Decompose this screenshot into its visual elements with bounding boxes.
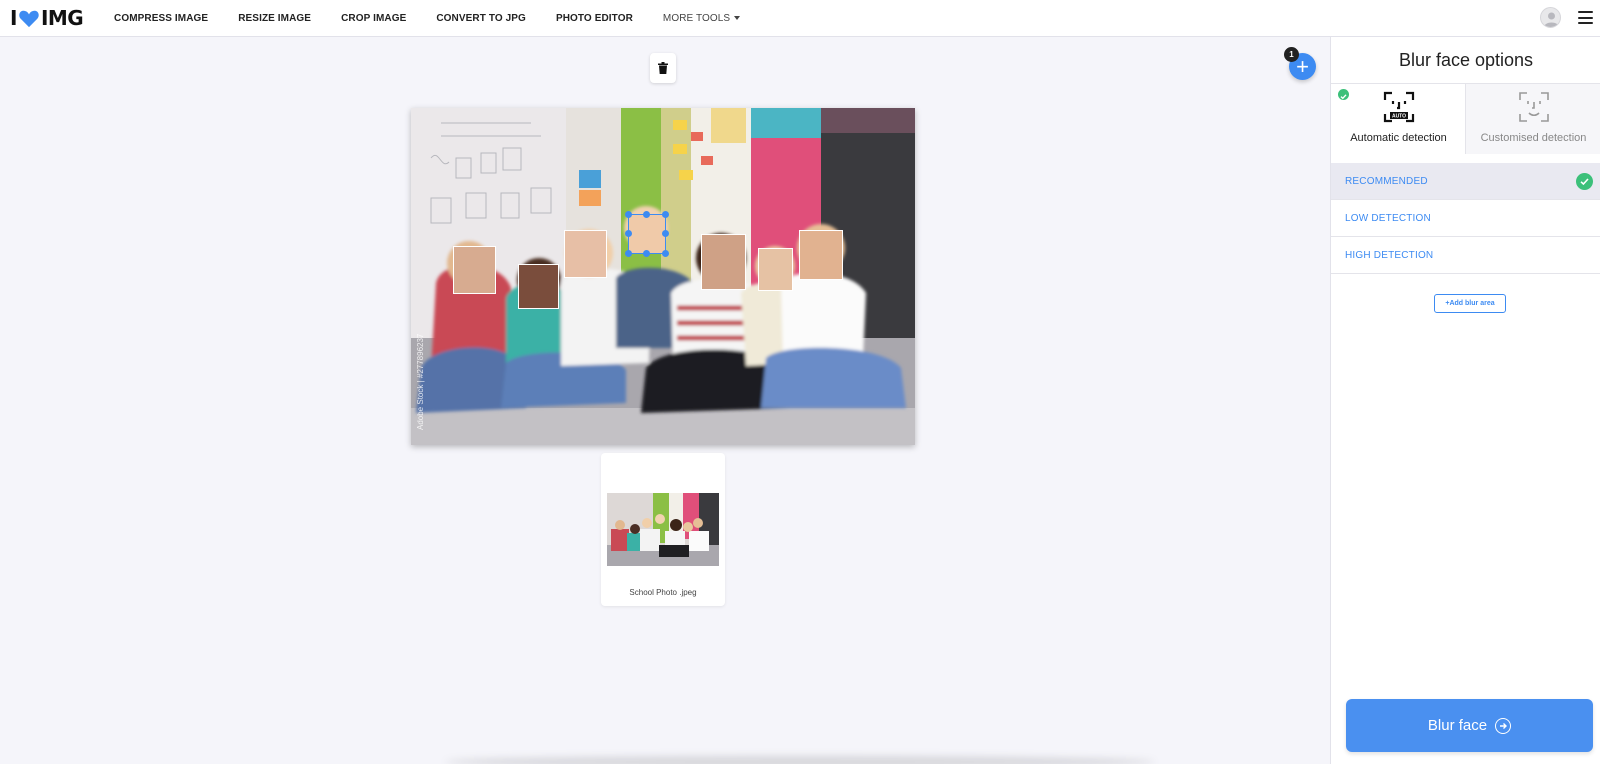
- file-thumbnail-card[interactable]: School Photo .jpeg: [601, 453, 725, 606]
- option-recommended-label: RECOMMENDED: [1345, 175, 1428, 187]
- blur-face-label: Blur face: [1427, 717, 1488, 734]
- nav-more-tools-label: MORE TOOLS: [662, 13, 731, 24]
- nav-more-tools[interactable]: MORE TOOLS: [662, 13, 741, 24]
- resize-handle-top-left[interactable]: [625, 211, 632, 218]
- file-count-badge: 1: [1284, 47, 1299, 62]
- watermark-text: Adobe Stock | #277896237: [416, 333, 425, 430]
- trash-icon: [658, 62, 668, 74]
- blur-box-face-6[interactable]: [758, 248, 793, 291]
- user-silhouette-icon: [1544, 12, 1559, 27]
- main-nav: COMPRESS IMAGE RESIZE IMAGE CROP IMAGE C…: [114, 0, 770, 37]
- option-low-detection-label: LOW DETECTION: [1345, 212, 1431, 224]
- automatic-detection-label: Automatic detection: [1350, 132, 1447, 144]
- resize-handle-top-right[interactable]: [662, 211, 669, 218]
- delete-button[interactable]: [650, 53, 676, 83]
- logo-letter-i: I: [10, 6, 17, 30]
- blur-box-face-1[interactable]: [453, 246, 496, 294]
- blur-options-sidebar: Blur face options AUTO Automatic detecti…: [1330, 37, 1600, 764]
- blur-box-face-2[interactable]: [518, 264, 559, 309]
- nav-convert-to-jpg[interactable]: CONVERT TO JPG: [436, 13, 526, 24]
- caret-down-icon: [734, 16, 741, 21]
- file-name-label: School Photo .jpeg: [629, 588, 697, 597]
- resize-handle-bottom[interactable]: [643, 250, 650, 257]
- detection-mode-tabs: AUTO Automatic detection Customised dete…: [1331, 83, 1600, 154]
- nav-photo-editor[interactable]: PHOTO EDITOR: [556, 13, 633, 24]
- resize-handle-left[interactable]: [625, 230, 632, 237]
- classroom-thumbnail-image: [607, 493, 719, 566]
- resize-handle-top[interactable]: [643, 211, 650, 218]
- custom-face-detection-icon: [1519, 92, 1549, 122]
- tab-customised-detection[interactable]: Customised detection: [1466, 84, 1600, 154]
- resize-handle-bottom-left[interactable]: [625, 250, 632, 257]
- auto-icon-text: AUTO: [1392, 114, 1406, 120]
- arrow-right-circle-icon: [1495, 717, 1512, 734]
- option-high-detection[interactable]: HIGH DETECTION: [1331, 237, 1600, 274]
- add-blur-area-button[interactable]: +Add blur area: [1434, 294, 1506, 313]
- user-avatar-icon[interactable]: [1540, 7, 1561, 28]
- heart-icon: [19, 10, 39, 28]
- blur-box-face-4[interactable]: [628, 214, 666, 254]
- customised-detection-label: Customised detection: [1480, 132, 1587, 144]
- main-photo: Adobe Stock | #277896237: [411, 108, 915, 445]
- option-low-detection[interactable]: LOW DETECTION: [1331, 200, 1600, 237]
- blur-box-face-7[interactable]: [799, 230, 843, 280]
- option-high-detection-label: HIGH DETECTION: [1345, 249, 1434, 261]
- thumbnail-image: [607, 493, 719, 566]
- check-circle-icon: [1576, 173, 1593, 190]
- bottom-toolbar-shadow: [445, 756, 1155, 764]
- tab-automatic-detection[interactable]: AUTO Automatic detection: [1331, 84, 1466, 154]
- nav-compress-image[interactable]: COMPRESS IMAGE: [114, 13, 208, 24]
- top-navbar: I IMG COMPRESS IMAGE RESIZE IMAGE CROP I…: [0, 0, 1600, 37]
- resize-handle-bottom-right[interactable]: [662, 250, 669, 257]
- selected-check-icon: [1338, 89, 1349, 100]
- auto-face-detection-icon: AUTO: [1383, 91, 1415, 123]
- blur-face-button[interactable]: Blur face: [1346, 699, 1593, 752]
- resize-handle-right[interactable]: [662, 230, 669, 237]
- ilovei mg-logo[interactable]: I IMG: [10, 6, 84, 30]
- blur-box-face-5[interactable]: [701, 234, 746, 290]
- hamburger-menu-icon[interactable]: [1578, 11, 1593, 24]
- nav-resize-image[interactable]: RESIZE IMAGE: [238, 13, 311, 24]
- logo-text: IMG: [40, 6, 84, 30]
- blur-box-face-3[interactable]: [564, 230, 607, 278]
- option-recommended[interactable]: RECOMMENDED: [1331, 163, 1600, 200]
- nav-crop-image[interactable]: CROP IMAGE: [341, 13, 406, 24]
- sidebar-title: Blur face options: [1398, 50, 1534, 70]
